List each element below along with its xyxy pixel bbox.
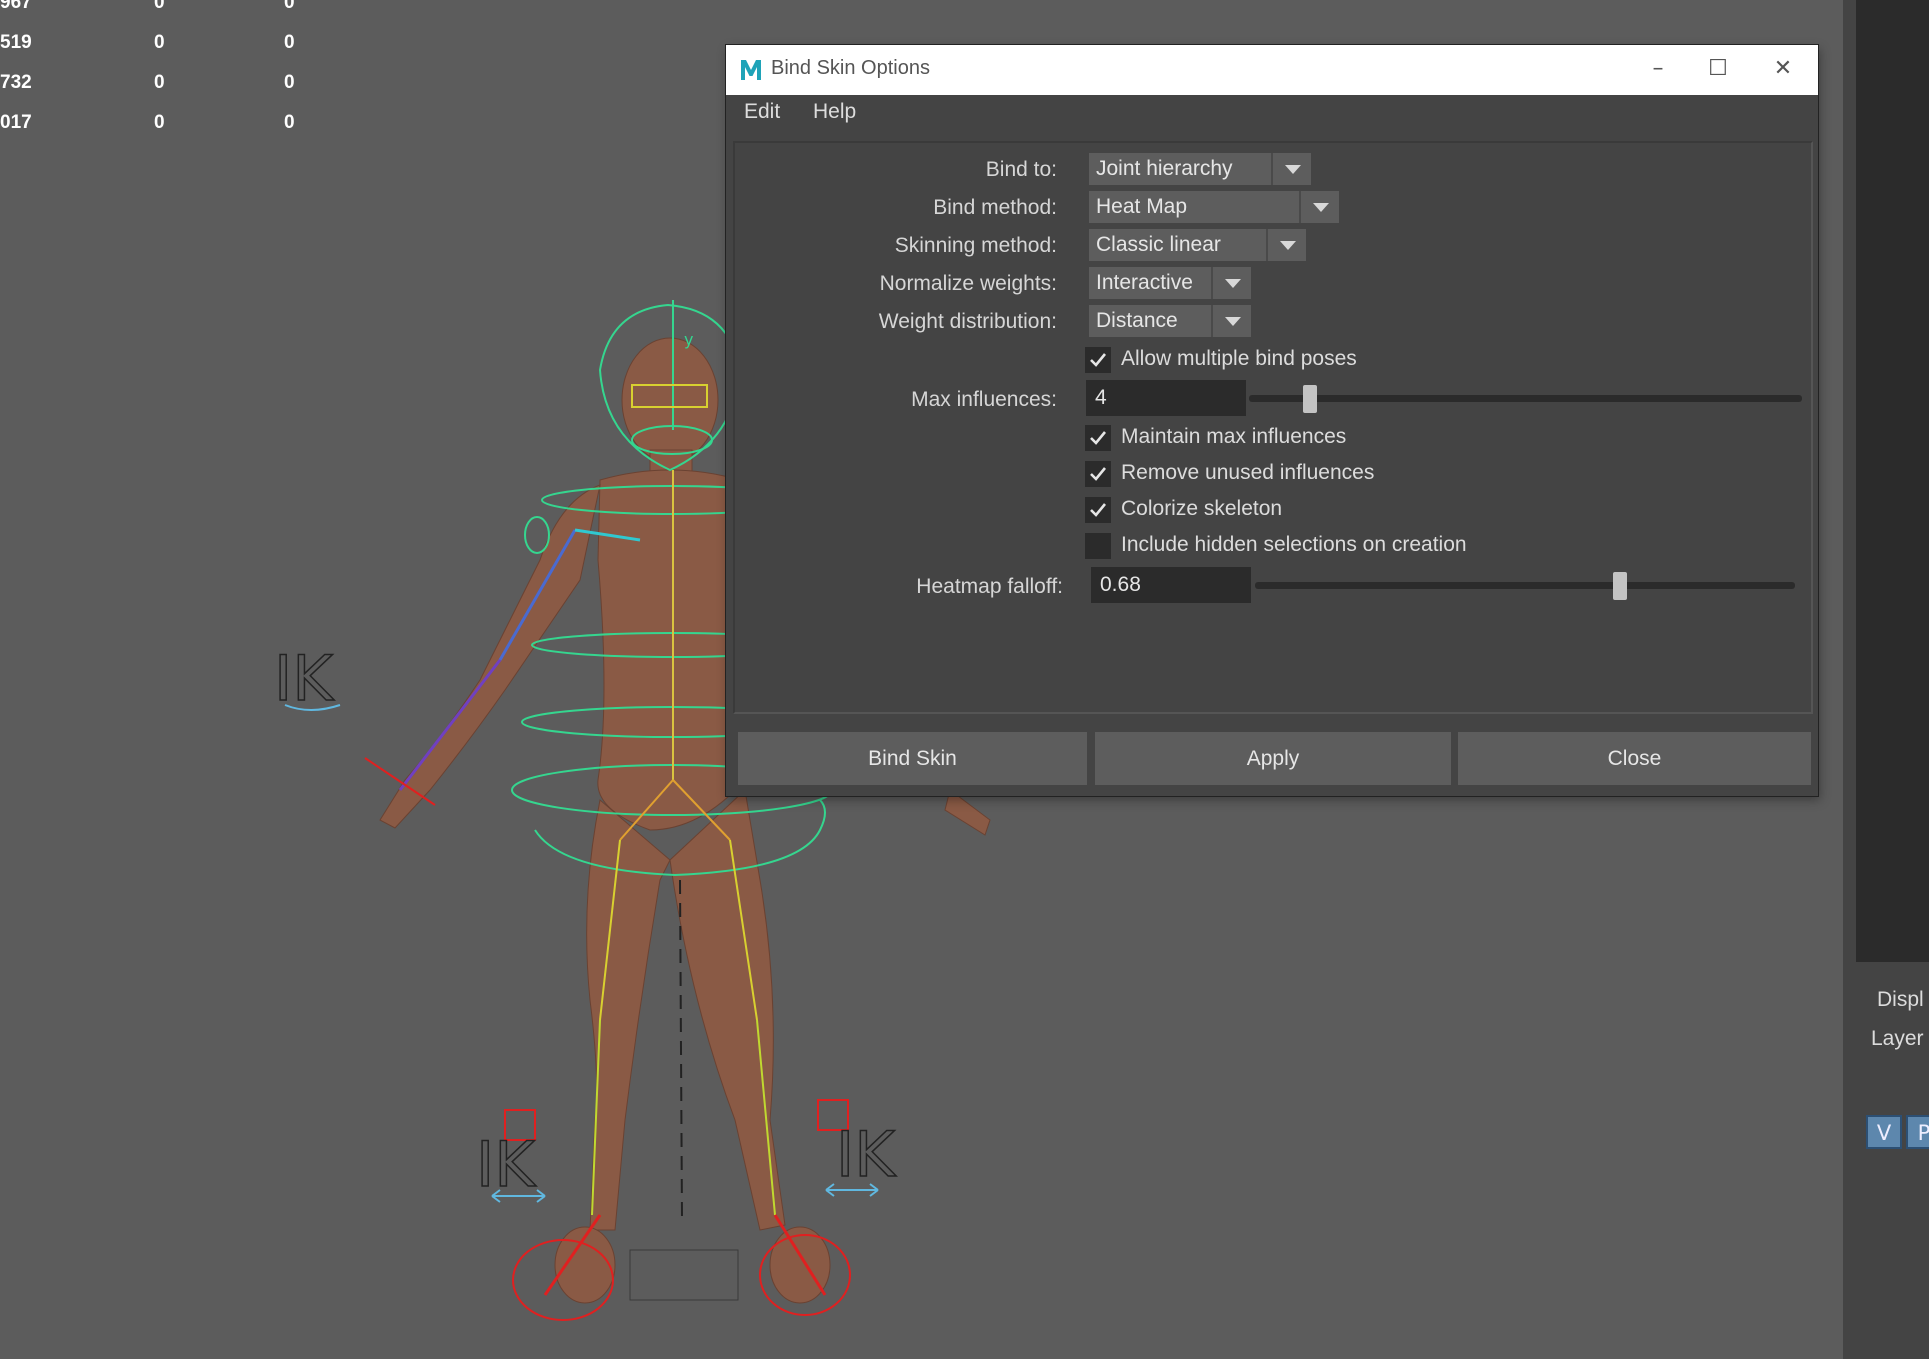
menu-help[interactable]: Help [813, 100, 856, 124]
layer-editor-area: Displ Layer [1856, 975, 1929, 1359]
bind-to-dropdown[interactable]: Joint hierarchy [1089, 153, 1311, 185]
chevron-down-icon [1299, 191, 1339, 223]
menu-edit[interactable]: Edit [744, 100, 780, 124]
maintain-max-influences-checkbox[interactable] [1085, 425, 1111, 451]
heatmap-falloff-value: 0.68 [1100, 573, 1141, 596]
max-influences-label: Max influences: [911, 388, 1057, 411]
chevron-down-icon [1211, 267, 1251, 299]
remove-unused-influences-label: Remove unused influences [1121, 461, 1375, 484]
maximize-icon[interactable]: ☐ [1683, 45, 1753, 95]
dialog-title: Bind Skin Options [771, 57, 930, 79]
normalize-weights-label: Normalize weights: [879, 272, 1057, 295]
ik-handle-label[interactable]: IK [273, 641, 335, 716]
include-hidden-selections-checkbox[interactable] [1085, 533, 1111, 559]
skinning-method-dropdown[interactable]: Classic linear [1089, 229, 1306, 261]
right-side-panel: Displ Layer V P [1843, 0, 1929, 1359]
remove-unused-influences-checkbox[interactable] [1085, 461, 1111, 487]
chevron-down-icon [1271, 153, 1311, 185]
bind-method-dropdown[interactable]: Heat Map [1089, 191, 1339, 223]
ik-handle-label[interactable]: IK [475, 1127, 537, 1202]
allow-multiple-bind-poses-checkbox[interactable] [1085, 347, 1111, 373]
skinning-method-value: Classic linear [1096, 233, 1221, 256]
apply-button[interactable]: Apply [1095, 732, 1451, 785]
bind-method-label: Bind method: [933, 196, 1057, 219]
checkmark-icon [1090, 467, 1107, 481]
bind-to-value: Joint hierarchy [1096, 157, 1233, 180]
layer-playback-button[interactable]: P [1906, 1115, 1929, 1149]
chevron-down-icon [1211, 305, 1251, 337]
heatmap-falloff-slider-thumb[interactable] [1613, 572, 1627, 600]
normalize-weights-value: Interactive [1096, 271, 1193, 294]
heatmap-falloff-label: Heatmap falloff: [916, 575, 1063, 598]
layer-visibility-button[interactable]: V [1866, 1115, 1902, 1149]
maintain-max-influences-label: Maintain max influences [1121, 425, 1347, 448]
checkmark-icon [1090, 503, 1107, 517]
max-influences-slider[interactable] [1249, 385, 1802, 413]
max-influences-input[interactable]: 4 [1086, 380, 1246, 416]
checkmark-icon [1090, 353, 1107, 367]
heatmap-falloff-slider[interactable] [1255, 572, 1795, 600]
checkmark-icon [1090, 431, 1107, 445]
maya-app-icon [738, 56, 764, 84]
close-button[interactable]: Close [1458, 732, 1811, 785]
layer-menu[interactable]: Layer [1871, 1027, 1924, 1051]
chevron-down-icon [1266, 229, 1306, 261]
weight-distribution-label: Weight distribution: [878, 310, 1057, 333]
axis-label: y [684, 330, 693, 349]
max-influences-value: 4 [1095, 386, 1107, 409]
bind-to-label: Bind to: [985, 158, 1057, 181]
dialog-menubar [726, 95, 1818, 138]
weight-distribution-value: Distance [1096, 309, 1178, 332]
dialog-titlebar[interactable]: Bind Skin Options – ☐ ✕ [726, 45, 1818, 95]
max-influences-slider-thumb[interactable] [1303, 385, 1317, 413]
display-tab[interactable]: Displ [1877, 988, 1924, 1012]
colorize-skeleton-checkbox[interactable] [1085, 497, 1111, 523]
weight-distribution-dropdown[interactable]: Distance [1089, 305, 1251, 337]
normalize-weights-dropdown[interactable]: Interactive [1089, 267, 1251, 299]
bind-skin-options-dialog[interactable]: Bind Skin Options – ☐ ✕ Edit Help Bind t… [726, 45, 1818, 796]
ik-handle-label[interactable]: IK [835, 1117, 897, 1192]
skinning-method-label: Skinning method: [894, 234, 1057, 257]
allow-multiple-bind-poses-label: Allow multiple bind poses [1121, 347, 1357, 370]
ground-grid [629, 1249, 739, 1301]
bind-method-value: Heat Map [1096, 195, 1188, 218]
channel-box-area [1856, 0, 1929, 962]
colorize-skeleton-label: Colorize skeleton [1121, 497, 1283, 520]
heatmap-falloff-input[interactable]: 0.68 [1091, 567, 1251, 603]
include-hidden-selections-label: Include hidden selections on creation [1121, 533, 1467, 556]
close-icon[interactable]: ✕ [1748, 45, 1818, 95]
bind-skin-button[interactable]: Bind Skin [738, 732, 1087, 785]
